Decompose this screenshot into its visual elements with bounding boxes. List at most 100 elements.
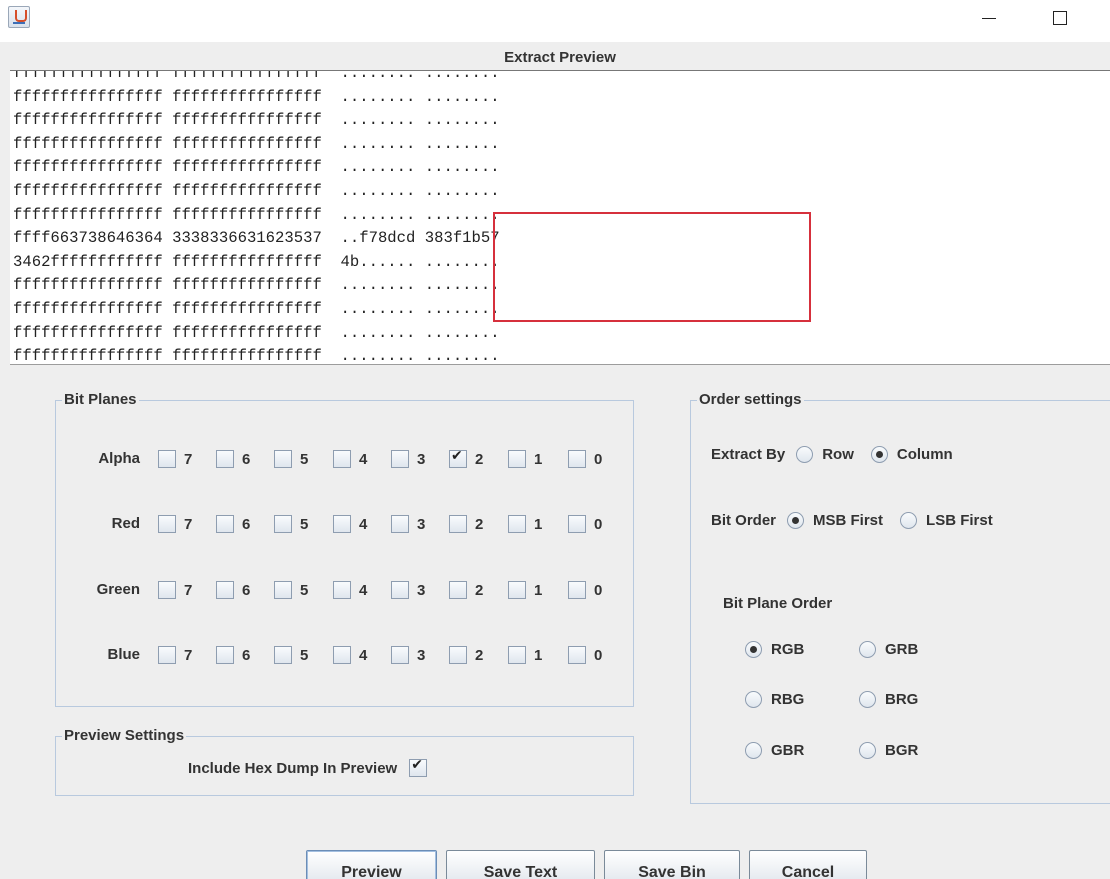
- plane-order-radio[interactable]: [745, 742, 762, 759]
- plane-order-option-rbg[interactable]: RBG: [745, 691, 804, 708]
- checkbox[interactable]: [158, 450, 176, 468]
- plane-order-option-grb[interactable]: GRB: [859, 641, 918, 658]
- preview-button[interactable]: Preview: [306, 850, 437, 879]
- checkbox[interactable]: [274, 515, 292, 533]
- checkbox[interactable]: [391, 581, 409, 599]
- bit-checkbox-alpha-6[interactable]: 6: [216, 447, 250, 471]
- bit-checkbox-alpha-3[interactable]: 3: [391, 447, 425, 471]
- extract-preview-area[interactable]: ffffffffffffffff ffffffffffffffff ......…: [10, 71, 1110, 365]
- checkbox[interactable]: [333, 515, 351, 533]
- bit-checkbox-red-5[interactable]: 5: [274, 512, 308, 536]
- plane-order-option-gbr[interactable]: GBR: [745, 742, 804, 759]
- checkbox[interactable]: [449, 448, 467, 468]
- checkbox[interactable]: [568, 646, 586, 664]
- row-radio[interactable]: [796, 446, 814, 463]
- checkbox[interactable]: [333, 646, 351, 664]
- plane-order-radio[interactable]: [745, 641, 762, 658]
- checkbox[interactable]: [449, 515, 467, 533]
- checkbox[interactable]: [508, 646, 526, 664]
- checkbox[interactable]: [508, 581, 526, 599]
- minimize-icon[interactable]: [969, 4, 1009, 32]
- bit-checkbox-alpha-5[interactable]: 5: [274, 447, 308, 471]
- bit-checkbox-green-2[interactable]: 2: [449, 578, 483, 602]
- plane-order-label[interactable]: RBG: [771, 691, 804, 708]
- maximize-icon[interactable]: [1040, 4, 1080, 32]
- bit-checkbox-blue-2[interactable]: 2: [449, 643, 483, 667]
- checkbox[interactable]: [449, 646, 467, 664]
- plane-order-label[interactable]: GRB: [885, 641, 918, 658]
- save-text-button[interactable]: Save Text: [446, 850, 595, 879]
- save-bin-button[interactable]: Save Bin: [604, 850, 740, 879]
- plane-order-label[interactable]: GBR: [771, 742, 804, 759]
- checkbox[interactable]: [391, 450, 409, 468]
- bit-checkbox-blue-6[interactable]: 6: [216, 643, 250, 667]
- bit-checkbox-blue-0[interactable]: 0: [568, 643, 602, 667]
- java-cup-icon[interactable]: [8, 6, 30, 28]
- checkbox[interactable]: [216, 581, 234, 599]
- column-radio[interactable]: [870, 446, 888, 463]
- bit-checkbox-red-6[interactable]: 6: [216, 512, 250, 536]
- checkbox[interactable]: [158, 515, 176, 533]
- bit-checkbox-green-3[interactable]: 3: [391, 578, 425, 602]
- plane-order-label[interactable]: RGB: [771, 641, 804, 658]
- bit-checkbox-blue-7[interactable]: 7: [158, 643, 192, 667]
- bit-checkbox-alpha-7[interactable]: 7: [158, 447, 192, 471]
- checkbox[interactable]: [158, 646, 176, 664]
- bit-checkbox-red-7[interactable]: 7: [158, 512, 192, 536]
- bit-checkbox-alpha-4[interactable]: 4: [333, 447, 367, 471]
- plane-order-label[interactable]: BGR: [885, 742, 918, 759]
- lsb-first-label[interactable]: LSB First: [926, 512, 993, 529]
- bit-checkbox-red-0[interactable]: 0: [568, 512, 602, 536]
- checkbox[interactable]: [508, 450, 526, 468]
- bit-checkbox-red-3[interactable]: 3: [391, 512, 425, 536]
- checkbox[interactable]: [449, 581, 467, 599]
- bit-checkbox-red-2[interactable]: 2: [449, 512, 483, 536]
- checkbox[interactable]: [158, 581, 176, 599]
- checkbox[interactable]: [508, 515, 526, 533]
- checkbox[interactable]: [274, 450, 292, 468]
- plane-order-radio[interactable]: [745, 691, 762, 708]
- msb-first-label[interactable]: MSB First: [813, 512, 883, 529]
- bit-checkbox-red-1[interactable]: 1: [508, 512, 542, 536]
- plane-order-option-bgr[interactable]: BGR: [859, 742, 918, 759]
- bit-checkbox-blue-5[interactable]: 5: [274, 643, 308, 667]
- column-label[interactable]: Column: [897, 446, 953, 463]
- checkbox[interactable]: [568, 581, 586, 599]
- bit-checkbox-blue-1[interactable]: 1: [508, 643, 542, 667]
- cancel-button[interactable]: Cancel: [749, 850, 867, 879]
- bit-checkbox-green-5[interactable]: 5: [274, 578, 308, 602]
- checkbox[interactable]: [274, 581, 292, 599]
- bit-checkbox-blue-4[interactable]: 4: [333, 643, 367, 667]
- checkbox[interactable]: [568, 450, 586, 468]
- lsb-first-radio[interactable]: [900, 512, 918, 529]
- plane-order-option-rgb[interactable]: RGB: [745, 641, 804, 658]
- bit-checkbox-alpha-0[interactable]: 0: [568, 447, 602, 471]
- plane-order-radio[interactable]: [859, 742, 876, 759]
- plane-order-option-brg[interactable]: BRG: [859, 691, 918, 708]
- row-label[interactable]: Row: [822, 446, 854, 463]
- checkbox[interactable]: [391, 646, 409, 664]
- bit-checkbox-blue-3[interactable]: 3: [391, 643, 425, 667]
- bit-checkbox-green-6[interactable]: 6: [216, 578, 250, 602]
- hex-dump-option[interactable]: Include Hex Dump In Preview: [188, 757, 428, 777]
- checkbox[interactable]: [333, 450, 351, 468]
- bit-checkbox-green-4[interactable]: 4: [333, 578, 367, 602]
- plane-order-radio[interactable]: [859, 691, 876, 708]
- bit-checkbox-green-1[interactable]: 1: [508, 578, 542, 602]
- bit-checkbox-red-4[interactable]: 4: [333, 512, 367, 536]
- plane-order-radio[interactable]: [859, 641, 876, 658]
- checkbox[interactable]: [216, 646, 234, 664]
- hex-dump-checkbox[interactable]: [409, 757, 428, 777]
- bit-checkbox-alpha-2[interactable]: 2: [449, 447, 483, 471]
- msb-first-radio[interactable]: [787, 512, 805, 529]
- bit-checkbox-alpha-1[interactable]: 1: [508, 447, 542, 471]
- bit-checkbox-green-0[interactable]: 0: [568, 578, 602, 602]
- checkbox[interactable]: [333, 581, 351, 599]
- bit-checkbox-green-7[interactable]: 7: [158, 578, 192, 602]
- plane-order-label[interactable]: BRG: [885, 691, 918, 708]
- checkbox[interactable]: [216, 450, 234, 468]
- checkbox[interactable]: [274, 646, 292, 664]
- checkbox[interactable]: [568, 515, 586, 533]
- checkbox[interactable]: [216, 515, 234, 533]
- checkbox[interactable]: [391, 515, 409, 533]
